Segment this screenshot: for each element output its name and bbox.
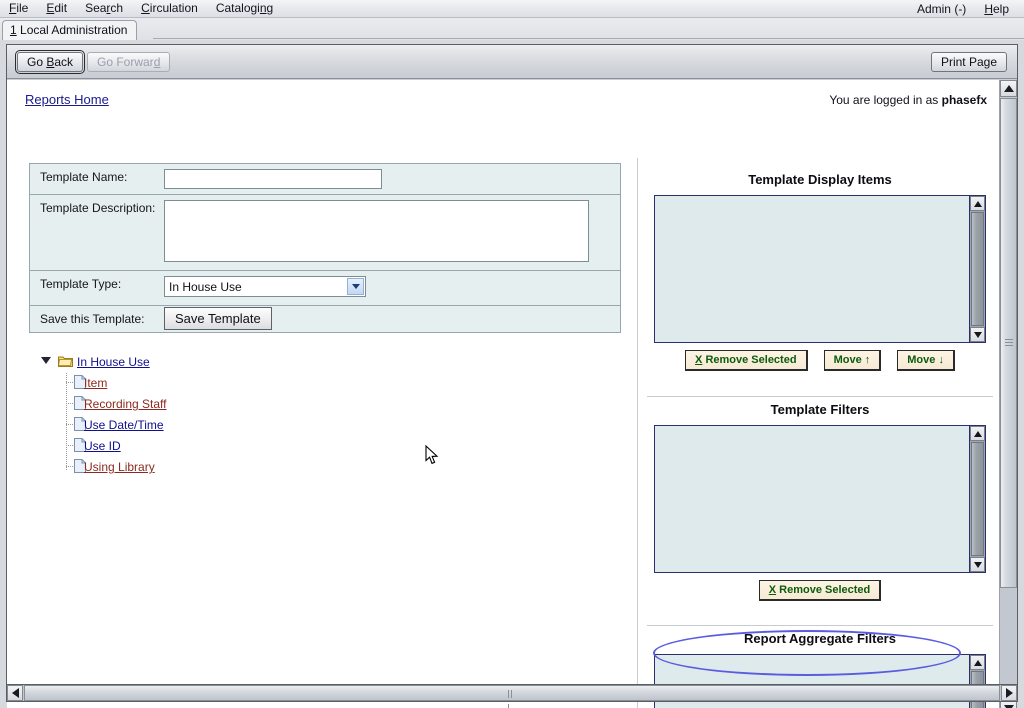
tree-item-using-library[interactable]: Using Library (61, 457, 365, 478)
tree-link-recording-staff[interactable]: Recording Staff (84, 397, 167, 411)
template-name-label: Template Name: (40, 170, 128, 184)
menu-cataloging[interactable]: Cataloging (207, 0, 282, 17)
template-type-field-cell: In House Use (164, 271, 620, 305)
menu-help[interactable]: Help (975, 1, 1018, 18)
move-down-button[interactable]: Move ↓ (897, 350, 955, 371)
save-template-field-cell: Save Template (164, 306, 620, 331)
tree-tick (66, 403, 73, 404)
window-horizontal-scrollbar[interactable] (6, 684, 1018, 708)
reports-home-link[interactable]: Reports Home (25, 92, 109, 107)
go-back-button[interactable]: Go Back (14, 50, 86, 74)
logged-in-status: You are logged in as phasefx (829, 93, 987, 107)
template-description-label: Template Description: (40, 201, 156, 215)
form-row-save-template: Save this Template: Save Template (30, 306, 620, 332)
section-separator-2 (647, 625, 993, 626)
template-display-items-listbox[interactable] (654, 195, 986, 343)
scrollbar-thumb[interactable] (971, 442, 984, 556)
tree-tick (66, 382, 73, 383)
scroll-up-icon[interactable] (970, 196, 985, 211)
menu-admin[interactable]: Admin (-) (908, 1, 975, 18)
tab-local-administration[interactable]: 1 Local Administration (2, 20, 138, 40)
template-type-select[interactable]: In House Use (164, 276, 366, 297)
template-name-input[interactable] (164, 169, 382, 189)
print-page-button[interactable]: Print Page (930, 52, 1007, 72)
tree-link-item[interactable]: Item (84, 376, 107, 390)
scroll-right-icon[interactable] (1001, 685, 1017, 701)
menu-bar-right: Admin (-) Help (908, 0, 1018, 18)
template-metadata-form: Template Name: Template Description: Tem… (29, 163, 621, 333)
vertical-scrollbar-thumb[interactable] (1000, 98, 1017, 588)
tree-link-use-date-time[interactable]: Use Date/Time (84, 418, 164, 432)
tree-item-use-id[interactable]: Use ID (61, 436, 365, 457)
horizontal-scrollbar-thumb[interactable] (24, 685, 1000, 708)
tree-item-recording-staff[interactable]: Recording Staff (61, 394, 365, 415)
go-forward-button[interactable]: Go Forward (87, 52, 171, 72)
tree-root-in-house-use[interactable]: In House Use (35, 352, 365, 373)
display-items-scrollbar[interactable] (969, 196, 985, 342)
tree-link-in-house-use[interactable]: In House Use (77, 355, 150, 369)
scrollbar-grip (508, 690, 516, 708)
template-display-items-panel: Template Display Items X Remove Selected… (647, 172, 993, 371)
template-description-field-cell (164, 195, 620, 270)
scroll-up-icon[interactable] (970, 655, 985, 670)
scroll-down-icon[interactable] (970, 557, 985, 572)
form-row-template-type: Template Type: In House Use (30, 271, 620, 306)
scroll-up-icon[interactable] (970, 426, 985, 441)
filters-button-row: X Remove Selected (647, 580, 993, 601)
application-window: File Edit Search Circulation Cataloging … (0, 0, 1024, 708)
content-frame: Go Back Go Forward Print Page Reports Ho… (6, 44, 1018, 708)
report-aggregate-filters-title: Report Aggregate Filters (744, 631, 896, 646)
scrollbar-thumb[interactable] (971, 212, 984, 326)
source-field-tree: In House Use Item Recording Staff Use Da… (35, 352, 365, 478)
page-vertical-scrollbar[interactable] (999, 80, 1017, 708)
menu-bar: File Edit Search Circulation Cataloging … (0, 0, 1024, 18)
form-row-template-name: Template Name: (30, 164, 620, 195)
template-filters-title: Template Filters (770, 402, 870, 417)
section-separator-1 (647, 396, 993, 397)
template-filters-panel: Template Filters X Remove Selected (647, 402, 993, 601)
mouse-cursor (425, 444, 439, 465)
logged-in-username: phasefx (941, 93, 987, 107)
tree-children: Item Recording Staff Use Date/Time Use I… (61, 373, 365, 478)
tree-tick (66, 445, 73, 446)
tab-strip: 1 Local Administration (0, 18, 1024, 40)
scroll-left-icon[interactable] (7, 685, 23, 701)
form-row-template-description: Template Description: (30, 195, 620, 271)
menu-circulation[interactable]: Circulation (132, 0, 207, 17)
filters-scrollbar[interactable] (969, 426, 985, 572)
page-content: Reports Home You are logged in as phasef… (7, 80, 999, 708)
template-description-textarea[interactable] (164, 200, 589, 262)
template-filters-listbox[interactable] (654, 425, 986, 573)
display-items-button-row: X Remove Selected Move ↑ Move ↓ (647, 350, 993, 371)
panel-divider (637, 158, 638, 708)
tree-tick (66, 466, 73, 467)
template-type-label: Template Type: (40, 277, 122, 291)
tree-link-use-id[interactable]: Use ID (84, 439, 121, 453)
tree-tick (66, 424, 73, 425)
remove-selected-filter-button[interactable]: X Remove Selected (758, 580, 882, 601)
folder-icon (58, 355, 73, 367)
menu-file[interactable]: File (0, 0, 37, 17)
tree-item-use-date-time[interactable]: Use Date/Time (61, 415, 365, 436)
remove-selected-display-item-button[interactable]: X Remove Selected (685, 350, 808, 371)
tab-strip-filler (153, 38, 1024, 40)
scroll-down-icon[interactable] (970, 327, 985, 342)
save-template-button[interactable]: Save Template (164, 307, 272, 330)
scrollbar-grip (1005, 339, 1013, 347)
navigation-toolbar: Go Back Go Forward Print Page (7, 45, 1017, 79)
scroll-up-icon[interactable] (1000, 80, 1017, 97)
tree-link-using-library[interactable]: Using Library (84, 460, 155, 474)
chevron-down-icon[interactable] (347, 278, 364, 295)
save-template-label: Save this Template: (40, 312, 145, 326)
template-name-field-cell (164, 164, 620, 194)
menu-search[interactable]: Search (76, 0, 132, 17)
logged-in-prefix: You are logged in as (829, 93, 942, 107)
move-up-button[interactable]: Move ↑ (823, 350, 882, 371)
template-display-items-title: Template Display Items (748, 172, 892, 187)
tree-item-item[interactable]: Item (61, 373, 365, 394)
menu-edit[interactable]: Edit (37, 0, 76, 17)
template-type-selected-value: In House Use (169, 280, 242, 294)
chevron-down-icon[interactable] (41, 357, 51, 364)
report-template-editor-page: Reports Home You are logged in as phasef… (7, 80, 999, 708)
